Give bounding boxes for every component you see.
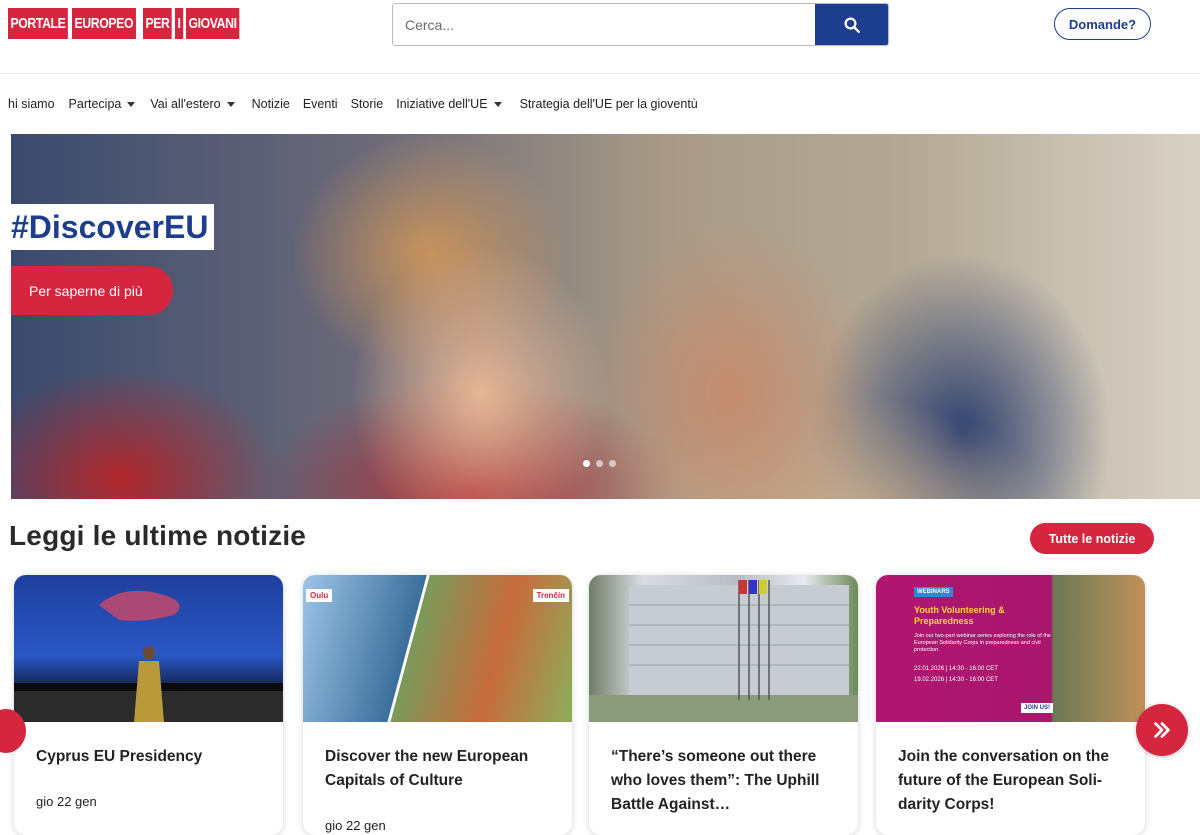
nav-item-label: Partecipa — [68, 97, 122, 111]
carousel-dot[interactable] — [609, 460, 616, 467]
help-button[interactable]: Domande? — [1054, 8, 1151, 40]
news-card-title: “There’s someone out there who loves the… — [611, 748, 820, 813]
nav-item-label: hi siamo — [8, 97, 55, 111]
nav-item-label: Strategia dell'UE per la gioventù — [519, 97, 698, 111]
logo-word: I — [174, 8, 183, 39]
logo-word: PER — [142, 8, 172, 39]
search-icon — [844, 17, 860, 33]
news-card-title: Cyprus EU Presidency — [36, 748, 203, 765]
news-card-image: Oulu Trenčín — [303, 575, 572, 722]
nav-item-events[interactable]: Eventi — [303, 97, 338, 111]
webinar-date: 22.01.2026 | 14:30 - 16:00 CET — [914, 666, 998, 672]
nav-item-label: Eventi — [302, 97, 338, 111]
news-heading: Leggi le ultime notizie — [9, 520, 307, 551]
caret-down-icon — [127, 101, 136, 107]
webinar-date: 19.02.2026 | 14:30 - 16:00 CET — [914, 677, 998, 683]
nav-item-news[interactable]: Notizie — [252, 97, 290, 111]
nav-item-stories[interactable]: Storie — [351, 97, 384, 111]
search-input[interactable] — [393, 4, 815, 45]
image-tag: Trenčín — [532, 589, 569, 602]
news-card-title: Discover the new European Capitals of Cu… — [325, 748, 529, 789]
presidency-illustration — [14, 590, 283, 722]
webinar-body: Join our two-part webinar series explori… — [914, 633, 1051, 653]
webinar-cta: JOIN US! — [1021, 703, 1054, 713]
nav-item-youth-strategy[interactable]: Strategia dell'UE per la gioventù — [520, 97, 698, 111]
news-card[interactable]: WEBINARS Youth Volunteering & Preparedne… — [876, 575, 1145, 835]
news-card-image — [589, 575, 858, 722]
building-flags-illustration — [589, 580, 858, 722]
site-header: PORTALE EUROPEO PER I GIOVANI Domande? — [0, 0, 1200, 74]
caret-down-icon — [493, 101, 502, 107]
nav-item-eu-initiatives[interactable]: Iniziative dell'UE — [396, 97, 502, 111]
logo-word: GIOVANI — [185, 8, 239, 39]
hero-carousel: #DiscoverEU Per saperne di più — [11, 134, 1200, 499]
portal-logo[interactable]: PORTALE EUROPEO PER I GIOVANI — [8, 8, 250, 39]
news-card[interactable]: “There’s someone out there who loves the… — [589, 575, 858, 835]
carousel-dot[interactable] — [596, 460, 603, 467]
nav-item-label: Iniziative dell'UE — [396, 97, 488, 111]
webinar-heading: Youth Volunteering & Preparedness — [914, 605, 1005, 626]
news-card-image — [14, 575, 283, 722]
news-card-title: Join the conversation on the future of t… — [898, 748, 1109, 813]
news-card[interactable]: Oulu Trenčín Discover the new European C… — [303, 575, 572, 835]
nav-item-label: Notizie — [251, 97, 290, 111]
news-card[interactable]: Cyprus EU Presidency gio 22 gen — [14, 575, 283, 835]
nav-item-go-abroad[interactable]: Vai all'estero — [150, 97, 235, 111]
learn-more-button[interactable]: Per saperne di più — [11, 266, 173, 315]
search-button[interactable] — [815, 4, 888, 45]
carousel-dots — [583, 460, 616, 467]
news-card-date: gio 22 gen — [36, 794, 97, 809]
search-bar — [392, 3, 889, 46]
news-card-image: WEBINARS Youth Volunteering & Preparedne… — [876, 575, 1145, 722]
nav-item-about[interactable]: hi siamo — [8, 97, 55, 111]
all-news-button[interactable]: Tutte le notizie — [1030, 523, 1154, 554]
webinar-badge: WEBINARS — [914, 587, 953, 597]
hero-title: #DiscoverEU — [11, 204, 215, 250]
nav-item-participate[interactable]: Partecipa — [69, 97, 136, 111]
nav-item-label: Vai all'estero — [150, 97, 221, 111]
chevron-double-right-icon — [1154, 722, 1170, 738]
logo-word: PORTALE — [8, 8, 68, 39]
logo-word: EUROPEO — [72, 8, 136, 39]
carousel-next-button[interactable] — [1136, 704, 1188, 756]
image-tag: Oulu — [306, 589, 333, 602]
nav-item-label: Storie — [350, 97, 384, 111]
caret-down-icon — [226, 101, 235, 107]
main-navigation: hi siamo Partecipa Vai all'estero Notizi… — [0, 92, 698, 116]
carousel-dot[interactable] — [583, 460, 590, 467]
